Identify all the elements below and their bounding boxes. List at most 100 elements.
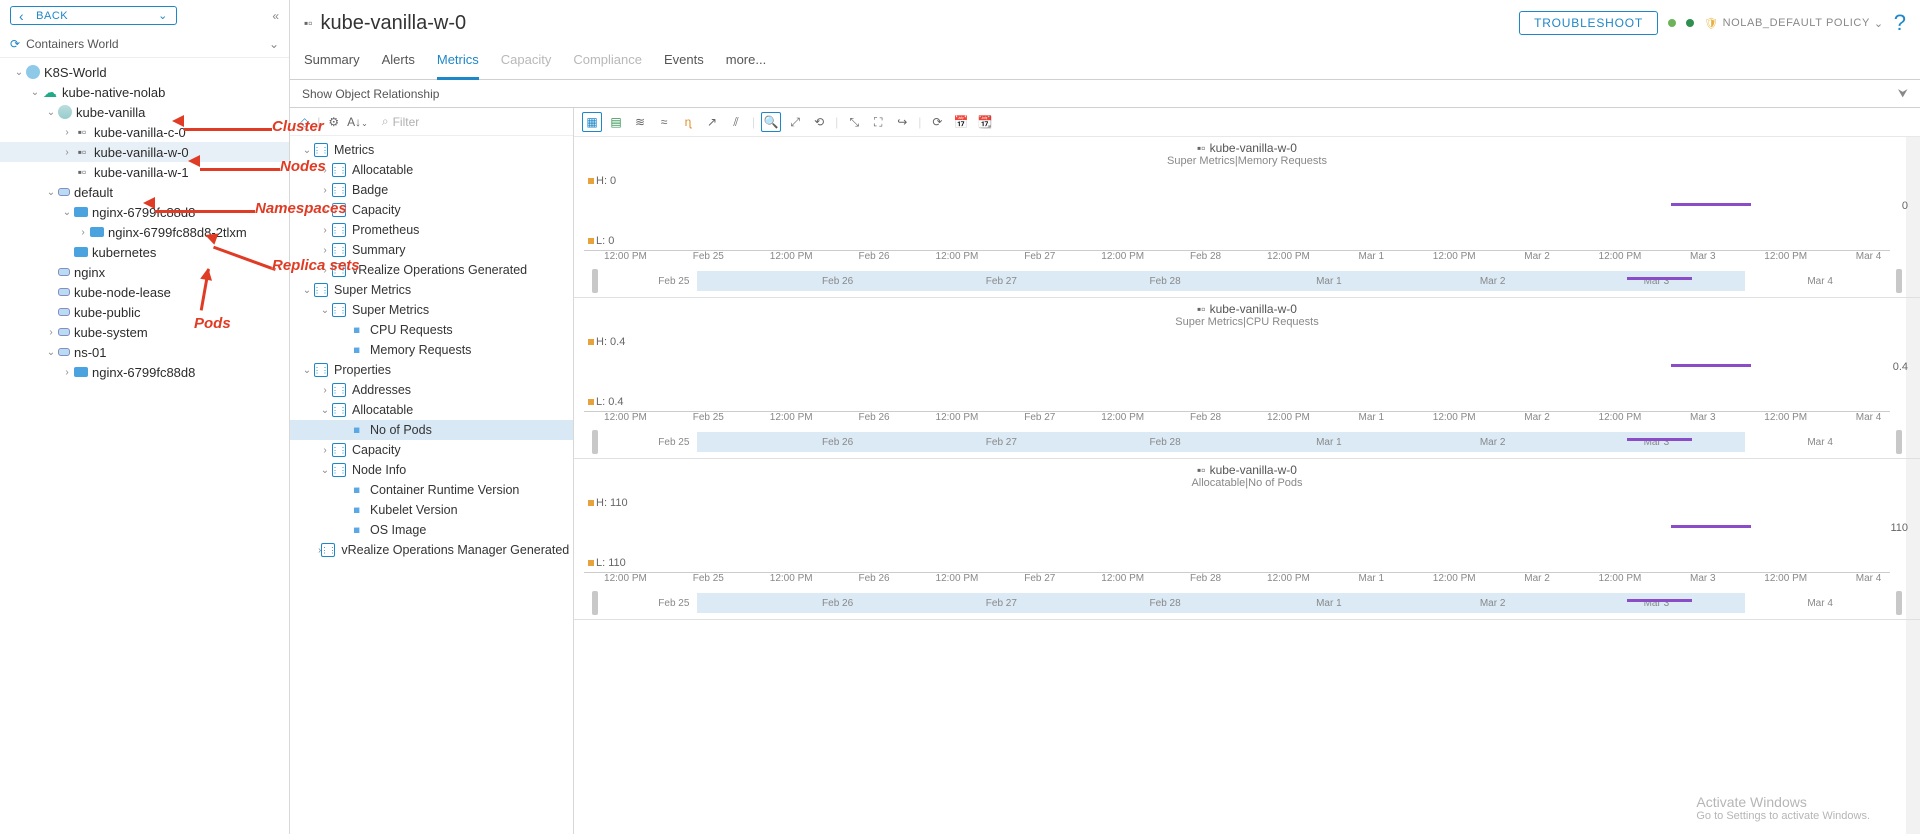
metric-item[interactable]: ◆Kubelet Version [290, 500, 573, 520]
nav-item-ns-01[interactable]: ⌄ns-01 [0, 342, 289, 362]
line-icon[interactable]: ≋ [630, 112, 650, 132]
metric-item[interactable]: ›⋮⋮Badge [290, 180, 573, 200]
caret-icon[interactable]: › [318, 205, 332, 216]
anomaly-icon[interactable]: ɳ [678, 112, 698, 132]
nav-item-nginx-6799fc88d8[interactable]: ⌄nginx-6799fc88d8 [0, 202, 289, 222]
metric-item[interactable]: ◆Container Runtime Version [290, 480, 573, 500]
caret-icon[interactable]: › [318, 165, 332, 176]
sidebar-scope[interactable]: ⟳ Containers World ⌄ [0, 31, 289, 58]
overview-scrubber[interactable]: Feb 25Feb 26Feb 27Feb 28Mar 1Mar 2Mar 3M… [592, 430, 1902, 454]
chart-plot[interactable]: H: 110L: 110110 [584, 493, 1910, 573]
metric-item[interactable]: ›⋮⋮vRealize Operations Manager Generated… [290, 540, 573, 560]
zoom-icon[interactable]: 🔍 [761, 112, 781, 132]
nav-item-kube-public[interactable]: kube-public [0, 302, 289, 322]
metric-item[interactable]: ⌄⋮⋮Super Metrics [290, 300, 573, 320]
date-icon[interactable]: 📅 [951, 112, 971, 132]
metric-item[interactable]: ›⋮⋮Summary [290, 240, 573, 260]
tab-summary[interactable]: Summary [304, 48, 360, 79]
caret-icon[interactable]: › [60, 367, 74, 378]
metric-item[interactable]: ⌄⋮⋮Metrics [290, 140, 573, 160]
overview-scrubber[interactable]: Feb 25Feb 26Feb 27Feb 28Mar 1Mar 2Mar 3M… [592, 269, 1902, 293]
caret-icon[interactable]: ⌄ [44, 107, 58, 118]
compare-icon[interactable]: ↗ [702, 112, 722, 132]
caret-icon[interactable]: ⌄ [44, 187, 58, 198]
metric-item[interactable]: ›⋮⋮Capacity [290, 200, 573, 220]
caret-icon[interactable]: ⌄ [318, 405, 332, 416]
caret-icon[interactable]: ⌄ [60, 207, 74, 218]
nav-item-kube-vanilla-w-1[interactable]: ▪▫kube-vanilla-w-1 [0, 162, 289, 182]
nav-item-k8s-world[interactable]: ⌄K8S-World [0, 62, 289, 82]
metric-item[interactable]: ◆No of Pods [290, 420, 573, 440]
share-icon[interactable]: ↪ [892, 112, 912, 132]
fit-icon[interactable]: ⤡ [844, 112, 864, 132]
nav-item-kube-system[interactable]: ›kube-system [0, 322, 289, 342]
metric-item[interactable]: ⌄⋮⋮Properties [290, 360, 573, 380]
caret-icon[interactable]: ⌄ [318, 465, 332, 476]
metric-item[interactable]: ›⋮⋮Prometheus [290, 220, 573, 240]
gear-icon[interactable]: ⚙ [328, 115, 339, 129]
metric-item[interactable]: ⌄⋮⋮Node Info [290, 460, 573, 480]
chart-plot[interactable]: H: 0.4L: 0.40.4 [584, 332, 1910, 412]
caret-icon[interactable]: › [44, 327, 58, 338]
metric-item[interactable]: ◆Memory Requests [290, 340, 573, 360]
caret-icon[interactable]: ⌄ [300, 145, 314, 156]
tree-hierarchy-icon[interactable]: ◇ [300, 115, 309, 129]
caret-icon[interactable]: › [318, 225, 332, 236]
caret-icon[interactable]: › [318, 385, 332, 396]
range-icon[interactable]: 📆 [975, 112, 995, 132]
chevron-down-icon[interactable]: ⌄ [269, 37, 279, 51]
split-icon[interactable]: ⫽ [726, 112, 746, 132]
trend-icon[interactable]: ≈ [654, 112, 674, 132]
caret-icon[interactable]: ⌄ [12, 67, 26, 78]
metric-item[interactable]: ⌄⋮⋮Allocatable [290, 400, 573, 420]
caret-icon[interactable]: › [318, 265, 332, 276]
nav-item-kube-vanilla-c-0[interactable]: ›▪▫kube-vanilla-c-0 [0, 122, 289, 142]
tab-alerts[interactable]: Alerts [382, 48, 415, 79]
refresh-icon[interactable]: ⟳ [10, 37, 20, 51]
caret-icon[interactable]: › [318, 245, 332, 256]
tab-more[interactable]: more... [726, 48, 766, 79]
caret-icon[interactable]: › [76, 227, 90, 238]
caret-icon[interactable]: › [318, 185, 332, 196]
nav-item-nginx-6799fc88d8-2tlxm[interactable]: ›nginx-6799fc88d8-2tlxm [0, 222, 289, 242]
grid-icon[interactable]: ▦ [582, 112, 602, 132]
filter-input[interactable]: ⌕ Filter [382, 114, 563, 129]
troubleshoot-button[interactable]: TROUBLESHOOT [1519, 11, 1658, 35]
overview-scrubber[interactable]: Feb 25Feb 26Feb 27Feb 28Mar 1Mar 2Mar 3M… [592, 591, 1902, 615]
nav-item-kubernetes[interactable]: kubernetes [0, 242, 289, 262]
caret-icon[interactable]: › [60, 127, 74, 138]
refresh-icon[interactable]: ⟳ [927, 112, 947, 132]
chart-plot[interactable]: H: 0L: 00 [584, 171, 1910, 251]
caret-icon[interactable]: › [60, 147, 74, 158]
caret-icon[interactable]: ⌄ [28, 87, 42, 98]
tab-metrics[interactable]: Metrics [437, 48, 479, 80]
relationship-bar[interactable]: Show Object Relationship ⮟ [290, 80, 1920, 108]
caret-icon[interactable]: ⌄ [318, 305, 332, 316]
metric-item[interactable]: ⌄⋮⋮Super Metrics [290, 280, 573, 300]
caret-icon[interactable]: › [318, 445, 332, 456]
metric-item[interactable]: ◆OS Image [290, 520, 573, 540]
caret-icon[interactable]: ⌄ [300, 365, 314, 376]
pan-icon[interactable]: ⤢ [785, 112, 805, 132]
policy-dropdown[interactable]: 🛡 NOLAB_DEFAULT POLICY ⌄ [1704, 17, 1884, 30]
caret-icon[interactable]: ⌄ [44, 347, 58, 358]
nav-item-default[interactable]: ⌄default [0, 182, 289, 202]
metric-item[interactable]: ◆CPU Requests [290, 320, 573, 340]
maximize-icon[interactable]: ⛶ [868, 112, 888, 132]
nav-item-kube-native-nolab[interactable]: ⌄☁kube-native-nolab [0, 82, 289, 102]
stack-icon[interactable]: ▤ [606, 112, 626, 132]
nav-item-kube-vanilla-w-0[interactable]: ›▪▫kube-vanilla-w-0 [0, 142, 289, 162]
nav-item-kube-vanilla[interactable]: ⌄kube-vanilla [0, 102, 289, 122]
help-icon[interactable]: ? [1894, 10, 1906, 36]
metric-item[interactable]: ›⋮⋮Capacity [290, 440, 573, 460]
expand-icon[interactable]: ⮟ [1898, 86, 1908, 101]
nav-item-kube-node-lease[interactable]: kube-node-lease [0, 282, 289, 302]
metric-item[interactable]: ›⋮⋮vRealize Operations Generated [290, 260, 573, 280]
nav-item-nginx-6799fc88d8[interactable]: ›nginx-6799fc88d8 [0, 362, 289, 382]
reset-icon[interactable]: ⟲ [809, 112, 829, 132]
back-button[interactable]: BACK [10, 6, 177, 25]
sidebar-collapse-icon[interactable]: « [272, 9, 279, 23]
tab-events[interactable]: Events [664, 48, 704, 79]
caret-icon[interactable]: ⌄ [300, 285, 314, 296]
sort-icon[interactable]: A↓⌄ [347, 115, 368, 129]
